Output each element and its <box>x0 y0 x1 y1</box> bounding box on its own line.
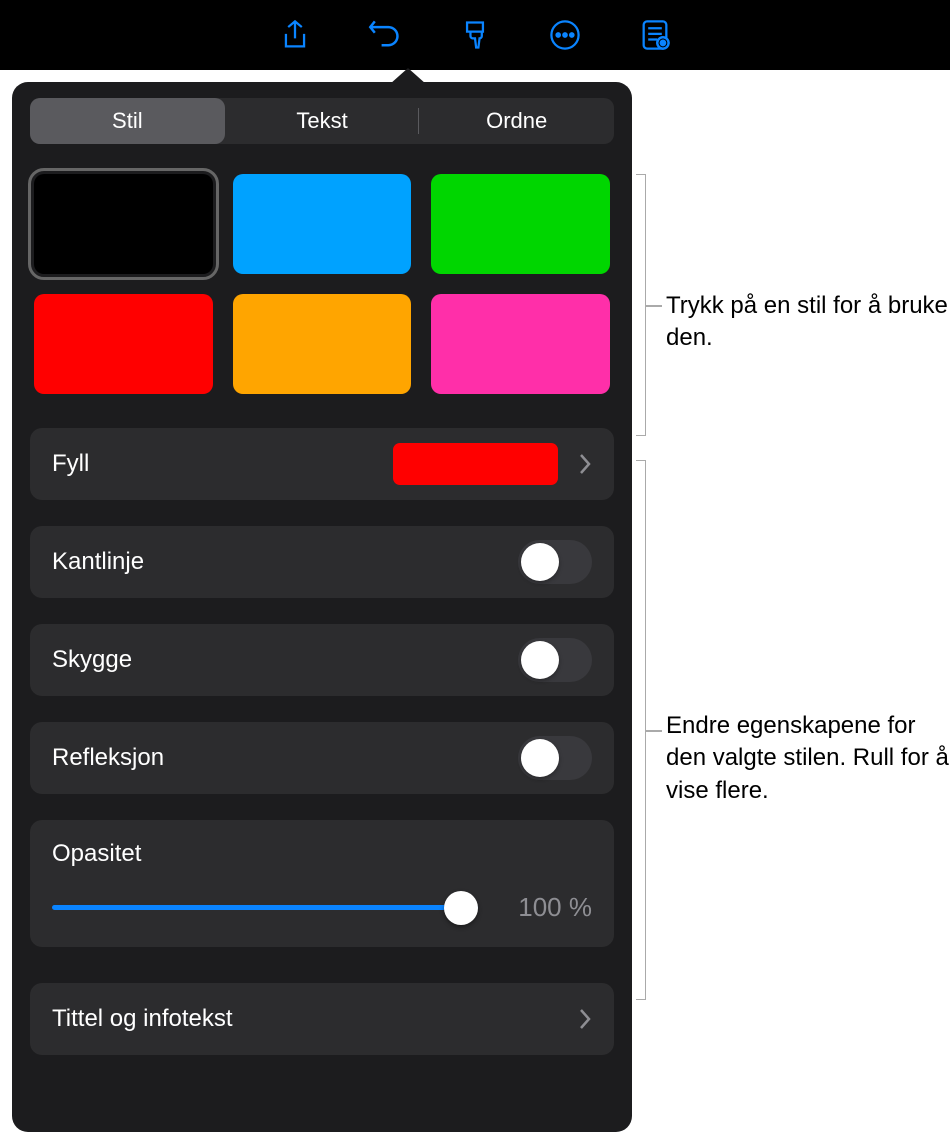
callout-bracket-styles <box>636 174 646 436</box>
share-icon[interactable] <box>275 15 315 55</box>
format-brush-icon[interactable] <box>455 15 495 55</box>
style-swatch-blue[interactable] <box>233 174 412 274</box>
style-swatch-green[interactable] <box>431 174 610 274</box>
callout-bracket-properties <box>636 460 646 1000</box>
toolbar <box>0 0 950 70</box>
shadow-row[interactable]: Skygge <box>30 624 614 696</box>
undo-icon[interactable] <box>365 15 405 55</box>
fill-label: Fyll <box>52 450 393 478</box>
style-swatches <box>30 174 614 394</box>
callout-connector <box>646 730 662 732</box>
tab-text[interactable]: Tekst <box>225 98 420 144</box>
tab-label: Ordne <box>486 108 547 134</box>
chevron-right-icon <box>578 453 592 475</box>
style-swatch-black[interactable] <box>34 174 213 274</box>
tab-arrange[interactable]: Ordne <box>419 98 614 144</box>
opacity-value: 100 % <box>502 892 592 923</box>
callout-connector <box>646 305 662 307</box>
opacity-row: Opasitet 100 % <box>30 820 614 947</box>
tab-label: Tekst <box>296 108 347 134</box>
tab-label: Stil <box>112 108 143 134</box>
title-caption-label: Tittel og infotekst <box>52 1005 578 1033</box>
more-icon[interactable] <box>545 15 585 55</box>
tab-style[interactable]: Stil <box>30 98 225 144</box>
shadow-label: Skygge <box>52 646 518 674</box>
opacity-slider[interactable] <box>52 896 478 920</box>
format-popover: Stil Tekst Ordne Fyll K <box>12 82 632 1132</box>
callout-styles: Trykk på en stil for å bruke den. <box>666 290 950 355</box>
fill-color-preview <box>393 443 558 485</box>
style-swatch-pink[interactable] <box>431 294 610 394</box>
reflection-row[interactable]: Refleksjon <box>30 722 614 794</box>
style-swatch-orange[interactable] <box>233 294 412 394</box>
border-toggle[interactable] <box>518 540 592 584</box>
chevron-right-icon <box>578 1008 592 1030</box>
segmented-control: Stil Tekst Ordne <box>30 98 614 144</box>
reflection-label: Refleksjon <box>52 744 518 772</box>
title-caption-row[interactable]: Tittel og infotekst <box>30 983 614 1055</box>
popover-arrow <box>390 68 426 84</box>
style-swatch-red[interactable] <box>34 294 213 394</box>
shadow-toggle[interactable] <box>518 638 592 682</box>
opacity-label: Opasitet <box>52 840 592 868</box>
border-label: Kantlinje <box>52 548 518 576</box>
reflection-toggle[interactable] <box>518 736 592 780</box>
callout-properties: Endre egenskapene for den valgte stilen.… <box>666 710 950 807</box>
slider-thumb[interactable] <box>444 891 478 925</box>
border-row[interactable]: Kantlinje <box>30 526 614 598</box>
presenter-notes-icon[interactable] <box>635 15 675 55</box>
fill-row[interactable]: Fyll <box>30 428 614 500</box>
